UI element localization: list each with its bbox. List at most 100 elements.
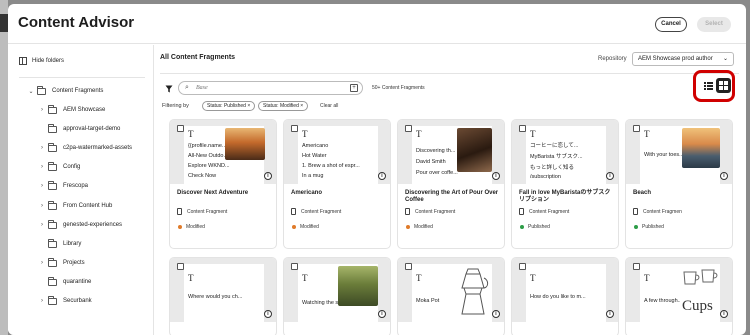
tree-item-securbank[interactable]: › Securbank	[39, 295, 92, 307]
clear-all-link[interactable]: Clear all	[320, 103, 338, 109]
document-icon	[519, 208, 524, 215]
tree-item-aem-showcase[interactable]: › AEM Showcase	[39, 104, 105, 116]
tree-item-label: approval-target-demo	[63, 126, 121, 132]
text-type-icon: T	[188, 273, 194, 283]
card-checkbox[interactable]	[177, 263, 184, 270]
card-checkbox[interactable]	[177, 125, 184, 132]
repository-value: AEM Showcase prod author	[638, 56, 713, 62]
search-icon: ⌕	[185, 84, 189, 91]
grid-view-icon[interactable]	[716, 78, 731, 93]
info-icon[interactable]: i	[264, 310, 272, 318]
info-icon[interactable]: i	[606, 310, 614, 318]
preview-line: Hot Water	[302, 153, 327, 159]
card-checkbox[interactable]	[291, 263, 298, 270]
hide-folders-toggle[interactable]: Hide folders	[19, 55, 64, 67]
info-icon[interactable]: i	[378, 310, 386, 318]
content-card[interactable]: T Americano Hot Water 1. Brew a shot of …	[283, 119, 391, 249]
content-card[interactable]: T Moka Pot i	[397, 257, 505, 335]
tree-item-config[interactable]: › Config	[39, 161, 80, 173]
content-card[interactable]: T A few through... Cups i	[625, 257, 733, 335]
tree-item-label: genested-experiences	[63, 222, 123, 228]
card-checkbox[interactable]	[519, 125, 526, 132]
card-preview: T Americano Hot Water 1. Brew a shot of …	[284, 120, 390, 184]
add-icon[interactable]: +	[350, 84, 358, 92]
chevron-right-icon[interactable]: ›	[39, 298, 45, 304]
list-view-icon[interactable]	[704, 82, 713, 90]
chevron-right-icon[interactable]: ›	[39, 164, 45, 170]
cancel-button[interactable]: Cancel	[655, 17, 687, 32]
backdrop	[0, 0, 8, 335]
content-card[interactable]: T Discovering th... David Smith Pour ove…	[397, 119, 505, 249]
card-type: Content Fragment	[405, 208, 455, 215]
repository-label: Repository	[598, 56, 627, 62]
content-card[interactable]: T With your toes... i Beach Content Frag…	[625, 119, 733, 249]
moka-pot-illustration	[461, 268, 489, 315]
chevron-right-icon[interactable]: ›	[39, 145, 45, 151]
tree-item-frescopa[interactable]: › Frescopa	[39, 180, 88, 192]
card-checkbox[interactable]	[291, 125, 298, 132]
folder-icon	[48, 200, 57, 210]
content-card[interactable]: T Watching the s... i	[283, 257, 391, 335]
tree-item-from-content-hub[interactable]: › From Content Hub	[39, 200, 112, 212]
info-icon[interactable]: i	[492, 310, 500, 318]
preview-line: Explore WKND...	[188, 163, 230, 169]
info-icon[interactable]: i	[720, 172, 728, 180]
filter-chip-modified[interactable]: Status: Modified ×	[258, 101, 309, 111]
info-icon[interactable]: i	[378, 172, 386, 180]
content-card[interactable]: T Where would you ch... i	[169, 257, 277, 335]
preview-line: A few through...	[644, 298, 680, 304]
content-card[interactable]: T {{profile.name... All-New Outdo... Exp…	[169, 119, 277, 249]
card-type-label: Content Fragmen	[643, 208, 682, 215]
info-icon[interactable]: i	[606, 172, 614, 180]
tree-item-approval-target-demo[interactable]: approval-target-demo	[39, 123, 120, 135]
close-icon[interactable]: ×	[300, 103, 303, 109]
card-checkbox[interactable]	[519, 263, 526, 270]
info-icon[interactable]: i	[492, 172, 500, 180]
chevron-down-icon[interactable]: ⌄	[28, 88, 34, 95]
folder-icon	[48, 104, 57, 114]
card-title: Americano	[291, 190, 323, 196]
card-title: Beach	[633, 190, 652, 196]
text-type-icon: T	[530, 129, 536, 139]
chevron-right-icon[interactable]: ›	[39, 203, 45, 209]
card-checkbox[interactable]	[633, 125, 640, 132]
card-preview: T Where would you ch... i	[170, 258, 276, 322]
preview-line: もっと詳しく知る	[530, 165, 575, 171]
status-label: Published	[528, 224, 550, 230]
chevron-right-icon[interactable]: ›	[39, 260, 45, 266]
chevron-right-icon[interactable]: ›	[39, 183, 45, 189]
content-card[interactable]: T How do you like to m... i	[511, 257, 619, 335]
tree-item-projects[interactable]: › Projects	[39, 257, 85, 269]
card-checkbox[interactable]	[405, 263, 412, 270]
tree-item-genested-experiences[interactable]: › genested-experiences	[39, 219, 122, 231]
fragment-preview: T How do you like to m...	[526, 264, 606, 322]
status-badge: Published	[634, 224, 664, 230]
card-checkbox[interactable]	[405, 125, 412, 132]
status-dot	[178, 225, 182, 229]
tree-item-quarantine[interactable]: quarantine	[39, 276, 91, 288]
repository-select[interactable]: AEM Showcase prod author ⌄	[632, 52, 734, 66]
tree-item-library[interactable]: Library	[39, 238, 81, 250]
tree-item-c2pa[interactable]: › c2pa-watermarked-assets	[39, 142, 132, 154]
card-preview: T コーヒーに恋して... MyBarista サブスク... もっと詳しく知る…	[512, 120, 618, 184]
preview-line: コーヒーに恋して...	[530, 143, 579, 149]
preview-line: /subscription	[530, 174, 561, 180]
preview-line: 1. Brew a shot of espr...	[302, 163, 360, 169]
tree-item-content-fragments[interactable]: ⌄ Content Fragments	[28, 85, 103, 97]
search-input[interactable]	[196, 83, 336, 93]
info-icon[interactable]: i	[720, 310, 728, 318]
filter-chip-published[interactable]: Status: Published ×	[202, 101, 256, 111]
select-button[interactable]: Select	[697, 17, 731, 32]
chevron-right-icon[interactable]: ›	[39, 222, 45, 228]
filter-icon[interactable]	[165, 85, 173, 93]
tree-item-label: Config	[63, 164, 81, 170]
search-field[interactable]: ⌕ +	[178, 81, 363, 95]
close-icon[interactable]: ×	[247, 103, 250, 109]
card-preview: T Discovering th... David Smith Pour ove…	[398, 120, 504, 184]
content-card[interactable]: T コーヒーに恋して... MyBarista サブスク... もっと詳しく知る…	[511, 119, 619, 249]
info-icon[interactable]: i	[264, 172, 272, 180]
chevron-right-icon[interactable]: ›	[39, 107, 45, 113]
card-checkbox[interactable]	[633, 263, 640, 270]
main-title: All Content Fragments	[160, 54, 236, 61]
card-preview: T With your toes... i	[626, 120, 732, 184]
